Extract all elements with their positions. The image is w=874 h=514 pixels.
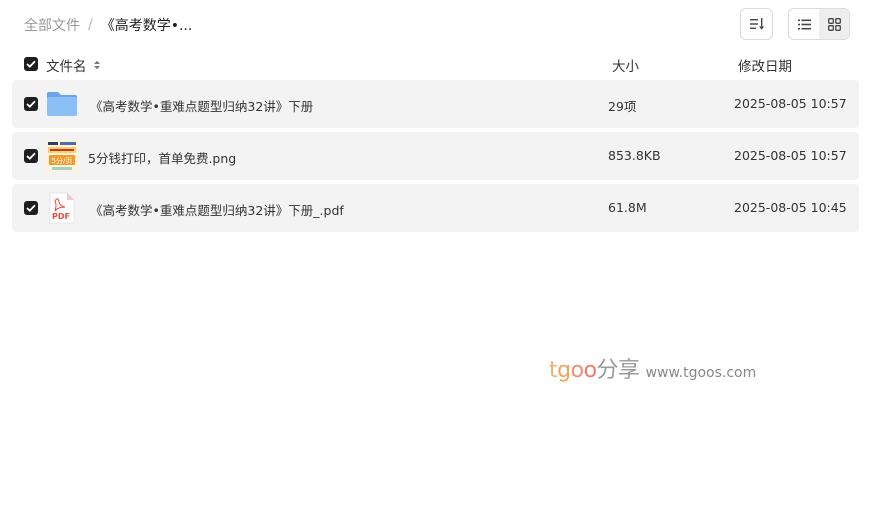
watermark-url: www.tgoos.com [645,365,757,381]
file-size: 853.8KB [608,148,661,163]
sort-caret-icon [93,60,100,70]
view-toggle [788,8,850,40]
watermark-brand-o1: o [570,358,584,383]
file-row[interactable]: PDF 《高考数学•重难点题型归纳32讲》下册_.pdf 61.8M 2025-… [12,184,859,232]
row-checkbox[interactable] [24,201,38,215]
pdf-file-icon: PDF [49,192,75,224]
top-bar: 全部文件 / 《高考数学•... [0,0,874,48]
sort-lines-icon [749,18,764,30]
grid-view-button[interactable] [819,9,849,39]
file-name[interactable]: 5分钱打印，首单免费.png [88,148,236,167]
file-name[interactable]: 《高考数学•重难点题型归纳32讲》下册_.pdf [90,200,344,219]
check-icon [26,100,36,108]
watermark: tgoo分享 www.tgoos.com [549,352,756,384]
file-size: 61.8M [608,200,647,215]
column-name-label: 文件名 [46,59,87,75]
breadcrumb-separator: / [88,17,93,33]
file-date: 2025-08-05 10:57 [734,96,847,111]
pdf-icon-label: PDF [52,212,70,221]
watermark-brand-t: t [549,358,558,383]
watermark-brand-share: 分享 [596,358,641,383]
thumbnail-text: 5分/页 [52,156,73,165]
image-thumbnail-icon: 5分/页 [46,140,78,172]
row-checkbox[interactable] [24,149,38,163]
file-date: 2025-08-05 10:57 [734,148,847,163]
column-date-header[interactable]: 修改日期 [738,55,792,75]
row-checkbox[interactable] [24,97,38,111]
column-name-header[interactable]: 文件名 [46,55,101,75]
watermark-brand: tgoo分享 [549,352,640,384]
breadcrumb: 全部文件 / 《高考数学•... [24,15,192,35]
check-icon [26,204,36,212]
column-size-header[interactable]: 大小 [612,55,639,75]
check-icon [26,152,36,160]
list-view-button[interactable] [789,9,819,39]
file-row[interactable]: 《高考数学•重难点题型归纳32讲》下册 29项 2025-08-05 10:57 [12,80,859,128]
breadcrumb-root-link[interactable]: 全部文件 [24,15,80,35]
file-date: 2025-08-05 10:45 [734,200,847,215]
select-all-checkbox[interactable] [24,57,38,71]
list-view-icon [797,19,811,29]
file-row[interactable]: 5分/页 5分钱打印，首单免费.png 853.8KB 2025-08-05 1… [12,132,859,180]
grid-view-icon [827,17,841,31]
file-name[interactable]: 《高考数学•重难点题型归纳32讲》下册 [90,96,313,115]
watermark-brand-o2: o [583,358,597,383]
sort-button[interactable] [740,8,773,40]
folder-icon [47,92,77,116]
check-icon [26,60,36,68]
file-size: 29项 [608,99,637,114]
breadcrumb-current: 《高考数学•... [100,18,193,34]
watermark-brand-g: g [557,358,571,383]
file-list-header: 文件名 大小 修改日期 [0,52,874,76]
